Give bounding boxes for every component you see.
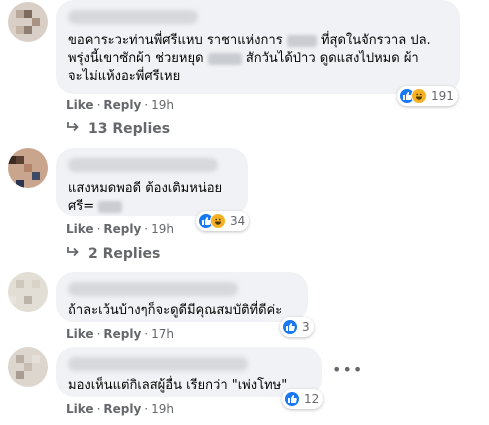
like-button[interactable]: Like xyxy=(66,402,94,416)
avatar[interactable] xyxy=(8,272,48,312)
like-button[interactable]: Like xyxy=(66,222,94,236)
reaction-summary[interactable]: 191 xyxy=(397,86,458,106)
reply-button[interactable]: Reply xyxy=(103,402,141,416)
comment-timestamp[interactable]: 17h xyxy=(151,327,174,341)
reply-button[interactable]: Reply xyxy=(103,98,141,112)
view-replies-link[interactable]: 2 Replies xyxy=(66,246,160,262)
reaction-count: 191 xyxy=(431,89,454,103)
like-reaction-icon xyxy=(282,319,298,335)
reply-arrow-icon xyxy=(66,246,80,262)
comment-bubble: มองเห็นแต่กิเลสผู้อื่น เรียกว่า "เพ่งโทษ… xyxy=(56,347,322,397)
like-button[interactable]: Like xyxy=(66,327,94,341)
reply-button[interactable]: Reply xyxy=(103,222,141,236)
reaction-count: 34 xyxy=(230,214,246,228)
reply-arrow-icon xyxy=(66,121,80,137)
comment-timestamp[interactable]: 19h xyxy=(151,98,174,112)
comment-text: ขอคาระวะท่านพี่ศรีแหบ ราชาแห่งการ ที่สุด… xyxy=(68,33,431,84)
haha-reaction-icon xyxy=(411,88,427,104)
comment-actions: Like · Reply · 17h xyxy=(66,327,174,341)
reaction-summary[interactable]: 12 xyxy=(282,389,324,409)
comment-bubble: แสงหมดพอดี ต้องเติมหน่อย ศรี= xyxy=(56,148,248,216)
replies-count-label: 2 Replies xyxy=(88,246,161,262)
reaction-summary[interactable]: 34 xyxy=(196,211,250,231)
comment-bubble: ถ้าละเว้นบ้างๆก็จะดูดีมีคุณสมบัติที่ดีค่… xyxy=(56,272,308,322)
like-reaction-icon xyxy=(284,391,300,407)
reaction-count: 3 xyxy=(302,320,310,334)
more-options-icon[interactable]: ••• xyxy=(332,360,363,379)
haha-reaction-icon xyxy=(210,213,226,229)
commenter-name-redacted xyxy=(68,10,198,24)
view-replies-link[interactable]: 13 Replies xyxy=(66,121,170,137)
commenter-name-redacted xyxy=(68,158,218,172)
commenter-name-redacted xyxy=(68,282,238,296)
comment-actions: Like · Reply · 19h xyxy=(66,402,174,416)
comment-timestamp[interactable]: 19h xyxy=(151,402,174,416)
avatar[interactable] xyxy=(8,148,48,188)
comment-actions: Like · Reply · 19h xyxy=(66,98,174,112)
comment-actions: Like · Reply · 19h xyxy=(66,222,174,236)
avatar[interactable] xyxy=(8,2,48,42)
reaction-count: 12 xyxy=(304,392,320,406)
comment-bubble: ขอคาระวะท่านพี่ศรีแหบ ราชาแห่งการ ที่สุด… xyxy=(56,0,460,94)
like-button[interactable]: Like xyxy=(66,98,94,112)
comment-timestamp[interactable]: 19h xyxy=(151,222,174,236)
avatar[interactable] xyxy=(8,347,48,387)
replies-count-label: 13 Replies xyxy=(88,121,171,137)
comment-text: ถ้าละเว้นบ้างๆก็จะดูดีมีคุณสมบัติที่ดีค่… xyxy=(68,303,283,318)
commenter-name-redacted xyxy=(68,357,248,371)
reaction-summary[interactable]: 3 xyxy=(280,317,314,337)
comment-text: มองเห็นแต่กิเลสผู้อื่น เรียกว่า "เพ่งโทษ… xyxy=(68,378,288,393)
reply-button[interactable]: Reply xyxy=(103,327,141,341)
